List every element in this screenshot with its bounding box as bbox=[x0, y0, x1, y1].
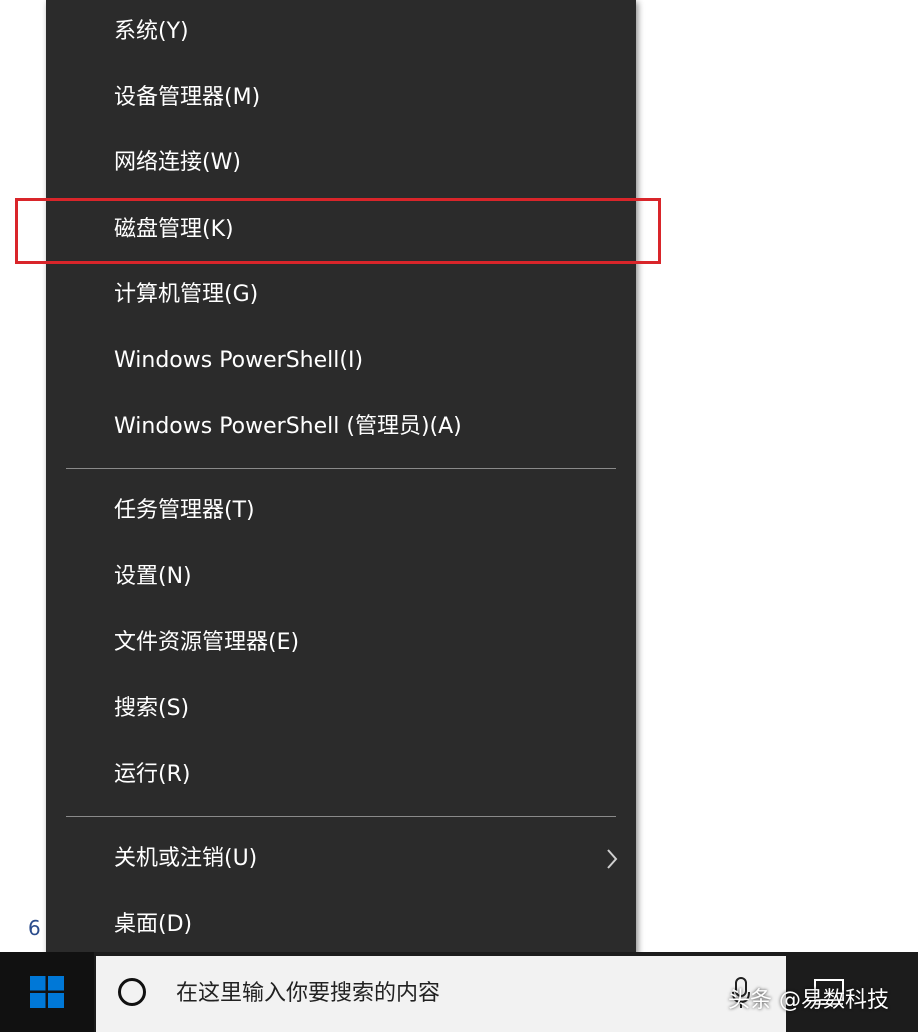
desktop: 6 系统(Y) 设备管理器(M) 网络连接(W) 磁盘管理(K) 计算机管理(G… bbox=[0, 0, 918, 1032]
menu-item-task-manager[interactable]: 任务管理器(T) bbox=[46, 480, 636, 542]
menu-item-label: 关机或注销(U) bbox=[114, 846, 258, 871]
winx-context-menu: 系统(Y) 设备管理器(M) 网络连接(W) 磁盘管理(K) 计算机管理(G) … bbox=[46, 0, 636, 972]
start-button[interactable] bbox=[0, 952, 94, 1032]
search-placeholder: 在这里输入你要搜索的内容 bbox=[176, 981, 441, 1006]
menu-item-file-explorer[interactable]: 文件资源管理器(E) bbox=[46, 612, 636, 674]
chevron-right-icon bbox=[607, 849, 618, 869]
menu-item-settings[interactable]: 设置(N) bbox=[46, 546, 636, 608]
menu-item-network-connections[interactable]: 网络连接(W) bbox=[46, 132, 636, 194]
menu-separator bbox=[66, 816, 616, 817]
menu-item-powershell[interactable]: Windows PowerShell(I) bbox=[46, 330, 636, 392]
menu-item-shutdown-signout[interactable]: 关机或注销(U) bbox=[46, 828, 636, 890]
menu-item-device-manager[interactable]: 设备管理器(M) bbox=[46, 67, 636, 129]
menu-separator bbox=[66, 468, 616, 469]
taskbar-search-box[interactable]: 在这里输入你要搜索的内容 bbox=[96, 956, 786, 1032]
menu-item-run[interactable]: 运行(R) bbox=[46, 744, 636, 806]
background-text-fragment: 6 bbox=[28, 916, 41, 940]
menu-item-computer-management[interactable]: 计算机管理(G) bbox=[46, 264, 636, 326]
watermark-text: 头条 @易数科技 bbox=[728, 988, 889, 1013]
windows-logo-icon bbox=[30, 976, 64, 1008]
menu-item-desktop[interactable]: 桌面(D) bbox=[46, 894, 636, 956]
menu-item-powershell-admin[interactable]: Windows PowerShell (管理员)(A) bbox=[46, 396, 636, 458]
menu-item-system[interactable]: 系统(Y) bbox=[46, 1, 636, 63]
cortana-circle-icon bbox=[118, 978, 146, 1006]
menu-item-search[interactable]: 搜索(S) bbox=[46, 678, 636, 740]
menu-item-disk-management[interactable]: 磁盘管理(K) bbox=[46, 199, 636, 261]
